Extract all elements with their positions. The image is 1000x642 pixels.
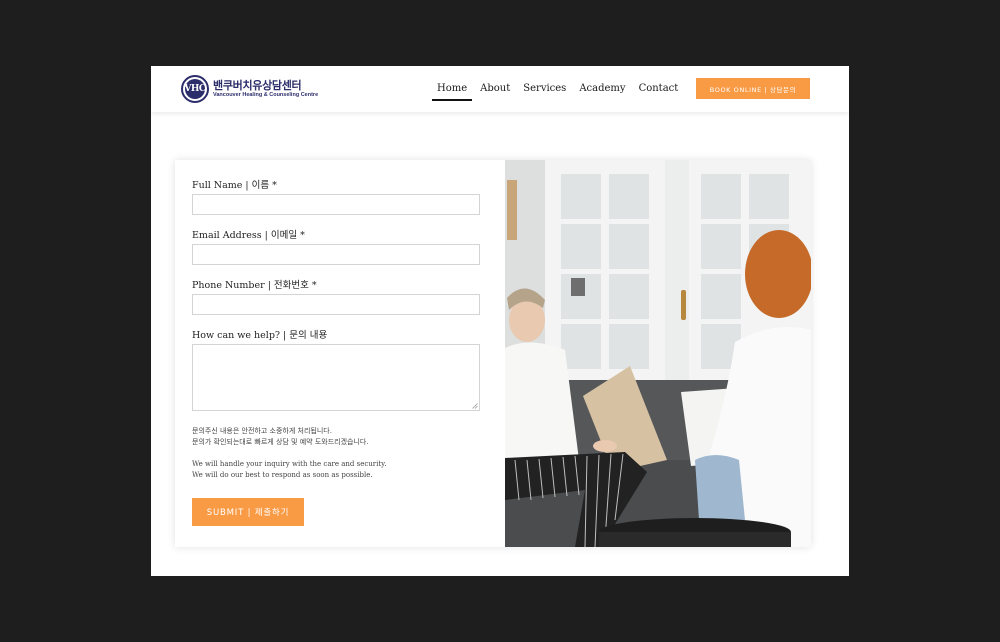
email-label: Email Address | 이메일 * xyxy=(192,230,305,241)
nav-contact[interactable]: Contact xyxy=(639,83,679,96)
nav-academy[interactable]: Academy xyxy=(579,83,625,96)
notice-korean-line-1: 문의주신 내용은 안전하고 소중하게 처리됩니다. xyxy=(192,427,332,435)
full-name-field[interactable] xyxy=(192,194,480,215)
nav-home[interactable]: Home xyxy=(431,83,473,101)
logo-text: 밴쿠버치유상담센터 Vancouver Healing & Counseling… xyxy=(213,80,318,99)
resize-handle-icon[interactable] xyxy=(472,403,478,409)
phone-label: Phone Number | 전화번호 * xyxy=(192,280,317,291)
counseling-session-photo xyxy=(505,160,811,547)
logo-emblem-icon: VHC xyxy=(181,75,209,103)
message-label: How can we help? | 문의 내용 xyxy=(192,330,328,341)
notice-english-line-1: We will handle your inquiry with the car… xyxy=(192,460,387,468)
notice-english-line-2: We will do our best to respond as soon a… xyxy=(192,471,373,479)
notice-korean-line-2: 문의가 확인되는대로 빠르게 상담 및 예약 도와드리겠습니다. xyxy=(192,438,369,446)
nav-services[interactable]: Services xyxy=(523,83,566,96)
message-textarea[interactable] xyxy=(192,344,480,411)
main-nav: Home About Services Academy Contact xyxy=(431,66,691,112)
book-online-button[interactable]: BOOK ONLINE | 상담문의 xyxy=(696,78,810,99)
website-page: VHC 밴쿠버치유상담센터 Vancouver Healing & Counse… xyxy=(151,66,849,576)
submit-button[interactable]: SUBMIT | 제출하기 xyxy=(192,498,304,526)
site-header: VHC 밴쿠버치유상담센터 Vancouver Healing & Counse… xyxy=(151,66,849,112)
full-name-label: Full Name | 이름 * xyxy=(192,180,277,191)
phone-field[interactable] xyxy=(192,294,480,315)
site-logo[interactable]: VHC 밴쿠버치유상담센터 Vancouver Healing & Counse… xyxy=(181,74,318,104)
contact-card: Full Name | 이름 * Email Address | 이메일 * P… xyxy=(175,160,811,547)
logo-emblem-text: VHC xyxy=(184,79,206,99)
logo-name-english: Vancouver Healing & Counseling Centre xyxy=(213,91,319,98)
nav-about[interactable]: About xyxy=(480,83,510,96)
logo-name-korean: 밴쿠버치유상담센터 xyxy=(213,78,302,92)
email-field[interactable] xyxy=(192,244,480,265)
